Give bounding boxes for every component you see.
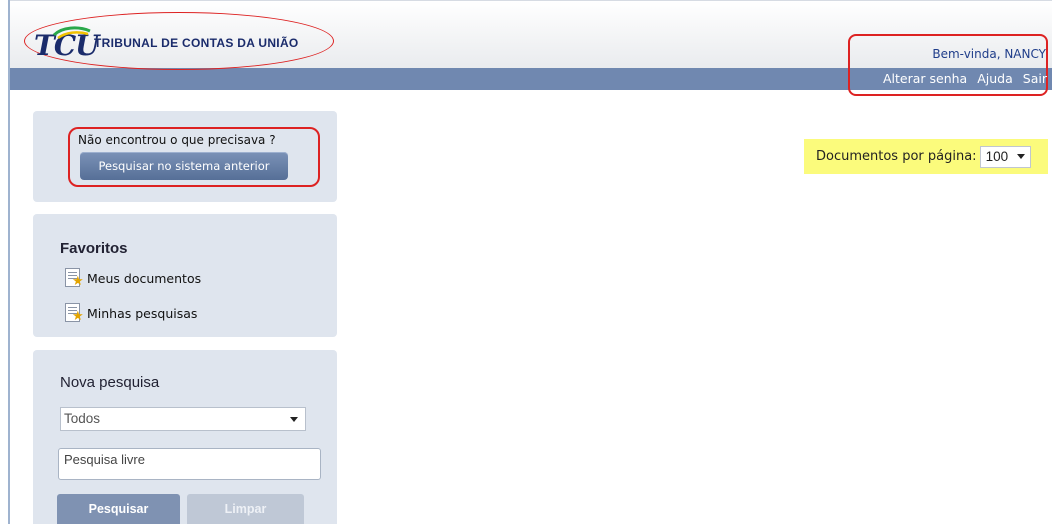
legacy-search-button[interactable]: Pesquisar no sistema anterior [80, 152, 288, 180]
new-search-panel: Nova pesquisa Todos Pesquisa livre Pesqu… [33, 350, 337, 524]
docs-per-page-select[interactable]: 100 [979, 145, 1031, 168]
favorites-panel: Favoritos ★ Meus documentos ★ Minhas pes… [33, 214, 337, 337]
chevron-down-icon [1016, 154, 1025, 159]
logo-text: TRIBUNAL DE CONTAS DA UNIÃO [94, 36, 299, 50]
logo-swoosh-icon [52, 26, 91, 40]
new-search-title: Nova pesquisa [60, 374, 160, 391]
free-text-search-input[interactable]: Pesquisa livre [58, 448, 321, 480]
starred-document-icon: ★ [63, 267, 85, 289]
favorite-my-documents[interactable]: ★ Meus documentos [63, 267, 201, 289]
docs-per-page-value: 100 [985, 149, 1009, 164]
chevron-down-icon [290, 417, 298, 422]
user-nav: Alterar senha Ajuda Sair [883, 71, 1047, 86]
legacy-question: Não encontrou o que precisava ? [78, 133, 276, 147]
docs-per-page-label: Documentos por página: [816, 149, 977, 164]
search-scope-value: Todos [64, 411, 101, 426]
favorite-my-searches[interactable]: ★ Minhas pesquisas [63, 302, 197, 324]
favorite-label: Minhas pesquisas [87, 305, 198, 321]
search-scope-select[interactable]: Todos [60, 407, 306, 431]
legacy-search-panel: Não encontrou o que precisava ? Pesquisa… [33, 111, 337, 202]
docs-per-page-control: Documentos por página: 100 [804, 139, 1048, 174]
search-button[interactable]: Pesquisar [57, 494, 180, 524]
help-link[interactable]: Ajuda [977, 71, 1013, 86]
welcome-text: Bem-vinda, NANCY [932, 47, 1046, 61]
change-password-link[interactable]: Alterar senha [883, 71, 967, 86]
starred-search-icon: ★ [63, 302, 85, 324]
tcu-logo[interactable]: TCU TRIBUNAL DE CONTAS DA UNIÃO [24, 12, 336, 72]
user-area-annotation [848, 34, 1048, 96]
favorites-title: Favoritos [60, 240, 128, 257]
favorite-label: Meus documentos [87, 270, 202, 286]
clear-button[interactable]: Limpar [187, 494, 304, 524]
logout-link[interactable]: Sair [1023, 71, 1047, 86]
